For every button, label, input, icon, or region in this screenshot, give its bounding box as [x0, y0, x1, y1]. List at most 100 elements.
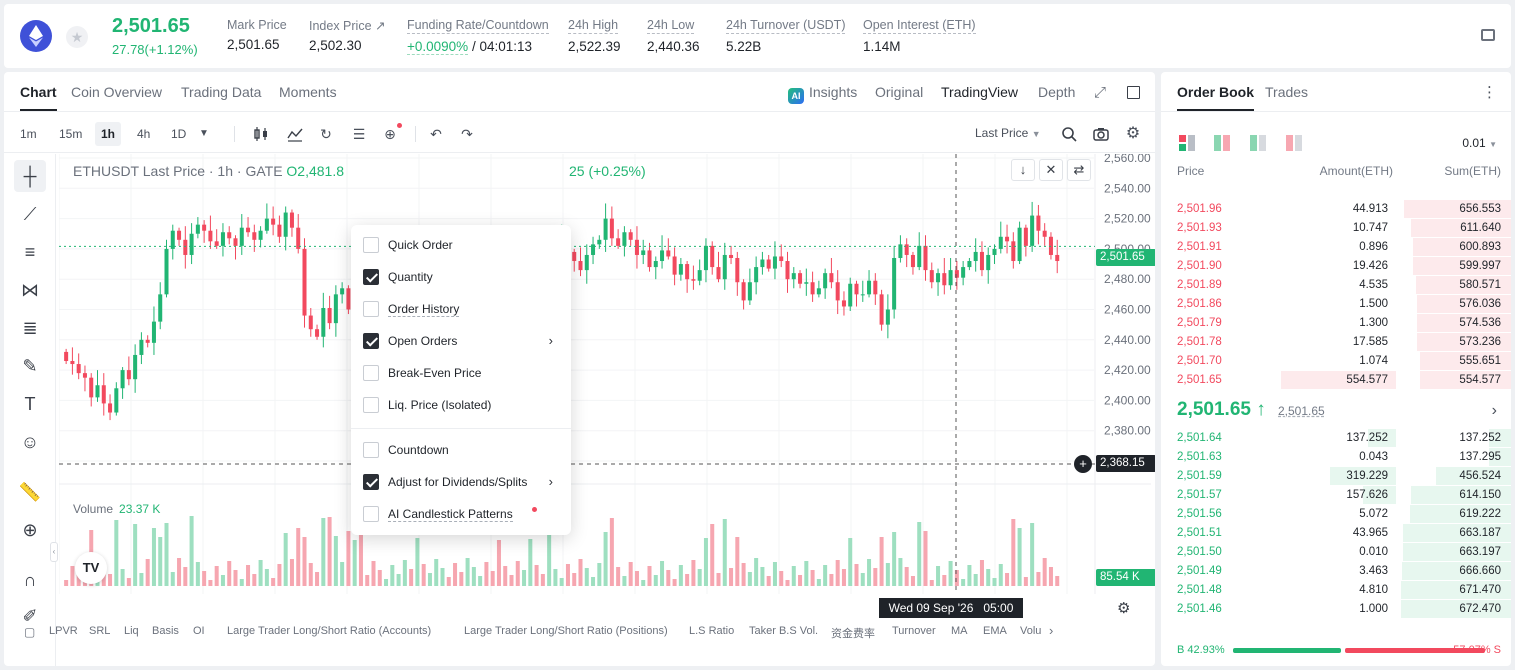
insights-button[interactable]: AI Insights — [788, 84, 857, 104]
bid-row[interactable]: 2,501.46 1.000 672.470 — [1161, 600, 1511, 619]
popup-item-adjust-for-dividends-splits[interactable]: Adjust for Dividends/Splits › — [363, 472, 559, 492]
bid-row[interactable]: 2,501.64 137.252 137.252 — [1161, 429, 1511, 448]
ask-row[interactable]: 2,501.78 17.585 573.236 — [1161, 333, 1511, 352]
collapse-toolbar-icon[interactable]: ‹ — [50, 542, 58, 562]
timeframe-4h[interactable]: 4h — [131, 122, 156, 146]
gear-icon[interactable]: ⚙ — [1125, 126, 1141, 142]
magnet-icon[interactable]: ∩ — [14, 564, 46, 596]
search-icon[interactable] — [1061, 126, 1077, 142]
crosshair-icon[interactable]: ┼ — [14, 160, 46, 192]
checkbox[interactable] — [363, 442, 379, 458]
fib-icon[interactable]: ≣ — [14, 312, 46, 344]
indicator-4[interactable]: OI — [193, 625, 205, 637]
checkbox[interactable] — [363, 237, 379, 253]
ask-row[interactable]: 2,501.91 0.896 600.893 — [1161, 238, 1511, 257]
add-order-plus-icon[interactable]: + — [1074, 455, 1092, 473]
indicator-1[interactable]: SRL — [89, 625, 110, 637]
indicator-11[interactable]: MA — [951, 625, 968, 637]
timeframe-dropdown-icon[interactable]: ▼ — [196, 126, 212, 142]
layout-bids-icon[interactable] — [1250, 135, 1266, 154]
bid-row[interactable]: 2,501.48 4.810 671.470 — [1161, 581, 1511, 600]
indicators-icon[interactable] — [287, 126, 303, 142]
checkbox[interactable] — [363, 397, 379, 413]
tab-trading-data[interactable]: Trading Data — [181, 84, 261, 100]
stat-label[interactable]: Index Price ↗ — [309, 18, 385, 33]
bid-row[interactable]: 2,501.51 43.965 663.187 — [1161, 524, 1511, 543]
undo-icon[interactable]: ↶ — [428, 126, 444, 142]
indicator-5[interactable]: Large Trader Long/Short Ratio (Accounts) — [227, 625, 431, 637]
brush-icon[interactable]: ✎ — [14, 350, 46, 382]
expand-icon[interactable]: ⤢ — [1094, 84, 1106, 101]
popup-item-quick-order[interactable]: Quick Order — [363, 235, 559, 255]
favorite-star-icon[interactable]: ★ — [66, 26, 88, 48]
indicator-9[interactable]: 资金费率 — [831, 625, 875, 641]
popup-item-ai-candlestick-patterns[interactable]: AI Candlestick Patterns — [363, 504, 559, 524]
text-tool-icon[interactable]: T — [14, 388, 46, 420]
layout-mixed-icon[interactable] — [1214, 135, 1230, 154]
tab-moments[interactable]: Moments — [279, 84, 337, 100]
ask-row[interactable]: 2,501.93 10.747 611.640 — [1161, 219, 1511, 238]
layout-asks-icon[interactable] — [1286, 135, 1302, 154]
trendline-icon[interactable]: ⟋ — [14, 198, 46, 230]
arrow-down-icon[interactable]: ↓ — [1011, 159, 1035, 181]
bid-row[interactable]: 2,501.56 5.072 619.222 — [1161, 505, 1511, 524]
checkbox[interactable] — [363, 506, 379, 522]
scroll-right-icon[interactable]: › — [1049, 623, 1053, 638]
bid-row[interactable]: 2,501.59 319.229 456.524 — [1161, 467, 1511, 486]
candle-type-icon[interactable] — [253, 126, 269, 142]
checkbox[interactable] — [363, 301, 379, 317]
checkbox[interactable] — [363, 365, 379, 381]
indicator-10[interactable]: Turnover — [892, 625, 936, 637]
chevron-right-icon[interactable]: › — [1492, 402, 1497, 420]
ask-row[interactable]: 2,501.89 4.535 580.571 — [1161, 276, 1511, 295]
candlestick-chart[interactable]: 2,560.002,540.002,520.002,500.002,480.00… — [59, 154, 1151, 594]
fullscreen-icon[interactable] — [1127, 86, 1140, 99]
axis-settings-icon[interactable]: ⚙ — [1117, 599, 1130, 617]
popup-item-liq-price-isolated[interactable]: Liq. Price (Isolated) — [363, 395, 559, 415]
tab-trades[interactable]: Trades — [1265, 84, 1308, 100]
templates-icon[interactable]: ☰ — [351, 126, 367, 142]
ask-row[interactable]: 2,501.96 44.913 656.553 — [1161, 200, 1511, 219]
indicator-13[interactable]: Volu — [1020, 625, 1041, 637]
collapse-icon[interactable]: ✕ — [1039, 159, 1063, 181]
precision-select[interactable]: 0.01 ▼ — [1462, 136, 1497, 150]
swap-icon[interactable]: ⇄ — [1067, 159, 1091, 181]
checkbox[interactable] — [363, 333, 379, 349]
popup-item-open-orders[interactable]: Open Orders › — [363, 331, 559, 351]
popup-item-break-even-price[interactable]: Break-Even Price — [363, 363, 559, 383]
reload-icon[interactable]: ↻ — [318, 126, 334, 142]
indicator-8[interactable]: Taker B.S Vol. — [749, 625, 818, 637]
horizontal-lines-icon[interactable]: ≡ — [14, 236, 46, 268]
view-tradingview[interactable]: TradingView — [941, 84, 1018, 100]
layout-both-icon[interactable] — [1179, 135, 1195, 154]
indicator-toggle-icon[interactable]: ▢ — [24, 625, 35, 639]
notebook-icon[interactable] — [1481, 29, 1495, 41]
camera-icon[interactable] — [1093, 126, 1109, 142]
bid-row[interactable]: 2,501.57 157.626 614.150 — [1161, 486, 1511, 505]
timeframe-1h[interactable]: 1h — [95, 122, 122, 146]
ask-row[interactable]: 2,501.90 19.426 599.997 — [1161, 257, 1511, 276]
zoom-in-icon[interactable]: ⊕ — [14, 514, 46, 546]
ruler-icon[interactable]: 📏 — [14, 476, 46, 508]
price-type-select[interactable]: Last Price ▼ — [975, 126, 1041, 140]
tab-coin-overview[interactable]: Coin Overview — [71, 84, 162, 100]
popup-item-quantity[interactable]: Quantity — [363, 267, 559, 287]
bid-row[interactable]: 2,501.63 0.043 137.295 — [1161, 448, 1511, 467]
indicator-6[interactable]: Large Trader Long/Short Ratio (Positions… — [464, 625, 668, 637]
ask-row[interactable]: 2,501.79 1.300 574.536 — [1161, 314, 1511, 333]
indicator-3[interactable]: Basis — [152, 625, 179, 637]
view-original[interactable]: Original — [875, 84, 923, 100]
timeframe-1m[interactable]: 1m — [14, 122, 43, 146]
ask-row[interactable]: 2,501.86 1.500 576.036 — [1161, 295, 1511, 314]
ask-row[interactable]: 2,501.70 1.074 555.651 — [1161, 352, 1511, 371]
checkbox[interactable] — [363, 474, 379, 490]
indicator-7[interactable]: L.S Ratio — [689, 625, 734, 637]
bid-row[interactable]: 2,501.50 0.010 663.197 — [1161, 543, 1511, 562]
add-settings-icon[interactable]: ⊕ — [382, 123, 402, 142]
pattern-icon[interactable]: ⋈ — [14, 274, 46, 306]
indicator-0[interactable]: LPVR — [49, 625, 78, 637]
more-options-icon[interactable]: ⋮ — [1482, 83, 1497, 101]
popup-item-order-history[interactable]: Order History — [363, 299, 559, 319]
emoji-icon[interactable]: ☺ — [14, 426, 46, 458]
bid-row[interactable]: 2,501.49 3.463 666.660 — [1161, 562, 1511, 581]
